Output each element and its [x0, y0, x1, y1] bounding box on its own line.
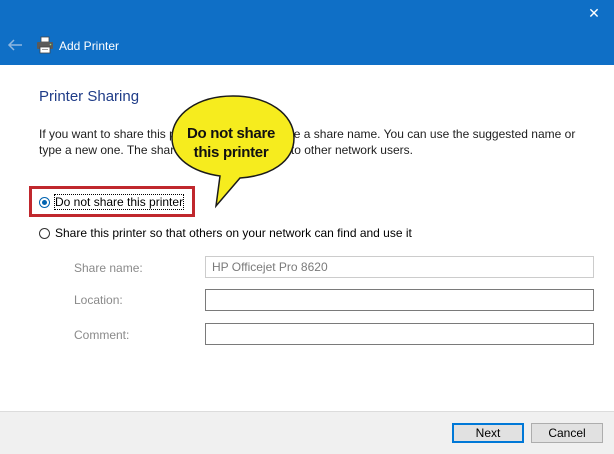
page-description: If you want to share this printer, you m…: [39, 127, 576, 157]
next-button[interactable]: Next: [452, 423, 524, 443]
wizard-page: Printer Sharing If you want to share thi…: [0, 65, 614, 411]
window-title: Add Printer: [59, 39, 120, 53]
add-printer-window: ✕ Add Printer Printer Sharing If you wan…: [0, 0, 614, 454]
option-share-label[interactable]: Share this printer so that others on you…: [55, 226, 412, 240]
location-input[interactable]: [205, 289, 594, 311]
share-name-input[interactable]: [205, 256, 594, 278]
comment-input[interactable]: [205, 323, 594, 345]
cancel-button[interactable]: Cancel: [531, 423, 603, 443]
page-title: Printer Sharing: [39, 88, 140, 105]
title-bar: ✕ Add Printer: [0, 0, 614, 65]
close-button[interactable]: ✕: [584, 4, 604, 22]
location-label: Location:: [74, 293, 123, 307]
back-arrow-icon[interactable]: [6, 36, 24, 54]
radio-share[interactable]: [39, 227, 50, 239]
wizard-footer: Next Cancel: [0, 411, 614, 454]
comment-label: Comment:: [74, 328, 130, 342]
share-name-label: Share name:: [74, 261, 143, 275]
option-share[interactable]: Share this printer so that others on you…: [39, 224, 412, 242]
printer-icon: [37, 36, 53, 54]
wizard-nav: Add Printer: [0, 34, 614, 58]
callout-text: Do not share this printer: [186, 125, 276, 161]
close-icon: ✕: [588, 5, 600, 21]
